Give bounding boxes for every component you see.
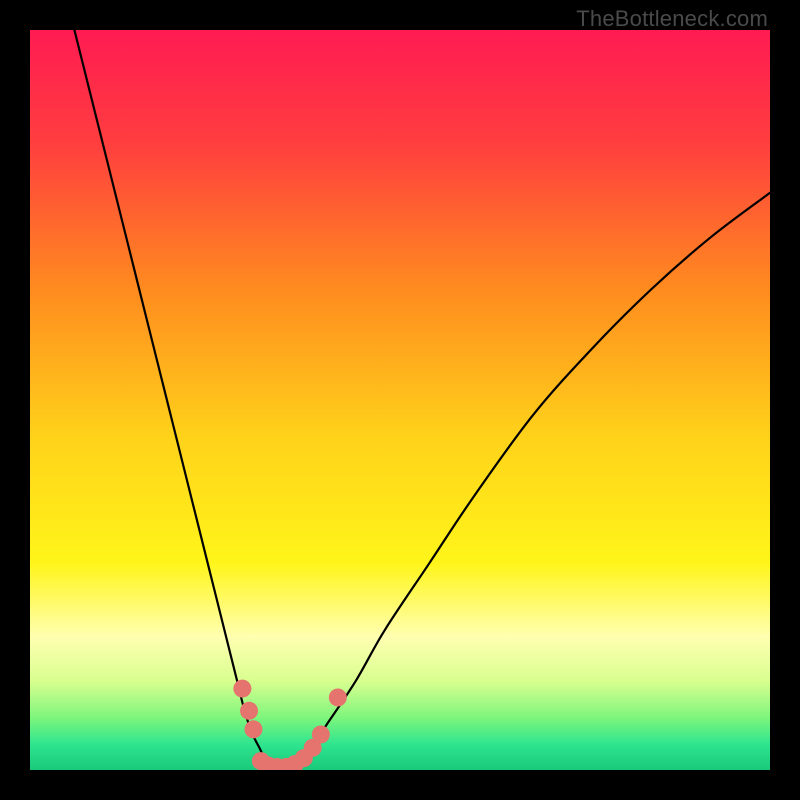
marker-dot [312,725,330,743]
marker-dot [244,720,262,738]
watermark-text: TheBottleneck.com [576,6,768,32]
chart-stage: TheBottleneck.com [0,0,800,800]
left-curve [74,30,274,770]
curves-layer [30,30,770,770]
marker-dot [233,680,251,698]
bottom-markers [233,680,346,770]
marker-dot [240,702,258,720]
marker-dot [329,688,347,706]
right-curve [289,193,770,770]
plot-area [30,30,770,770]
